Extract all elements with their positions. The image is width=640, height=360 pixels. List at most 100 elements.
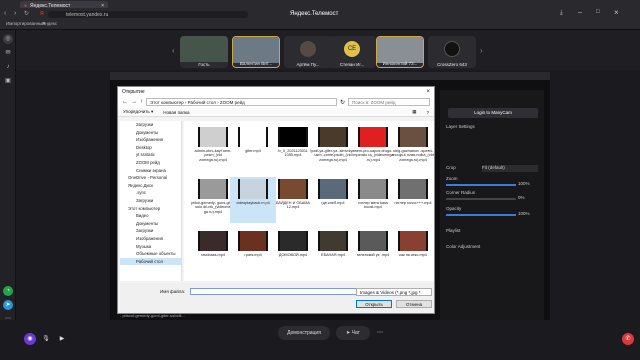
zoom-slider[interactable] bbox=[446, 184, 516, 186]
opacity-slider[interactable] bbox=[446, 214, 516, 216]
strip-next-icon[interactable]: › bbox=[480, 46, 483, 55]
open-button[interactable]: Открыть bbox=[356, 300, 392, 308]
participant-name: Степан Иг... bbox=[339, 62, 365, 67]
organize-button[interactable]: Упорядочить ▾ bbox=[123, 109, 153, 115]
end-call-icon[interactable]: ✆ bbox=[622, 333, 634, 345]
telegram-icon[interactable]: ➤ bbox=[3, 300, 13, 310]
sidebar-item[interactable]: yt ssstatic bbox=[120, 151, 181, 159]
video-thumbnail bbox=[198, 231, 228, 251]
view-icon[interactable]: ▦ bbox=[412, 109, 416, 115]
file-type-filter[interactable]: Images & Videos (*.png *.jpg *. bbox=[356, 288, 432, 296]
new-folder-button[interactable]: Новая папка bbox=[163, 110, 189, 115]
dialog-search-input[interactable]: Поиск в: ZOOM рейд bbox=[348, 98, 430, 106]
help-icon[interactable]: ? bbox=[426, 110, 429, 115]
alice-icon[interactable]: ◎ bbox=[3, 34, 13, 44]
nav-up-icon[interactable]: ↑ bbox=[140, 99, 143, 105]
bookmark-imported[interactable]: Импортированные bbox=[6, 21, 45, 26]
download-icon[interactable]: ⤓ bbox=[560, 10, 563, 17]
sidebar-item[interactable]: Desktop bbox=[120, 144, 181, 152]
crop-select[interactable]: Fit (default) bbox=[482, 165, 538, 172]
sidebar-item[interactable]: Изображения bbox=[120, 235, 181, 243]
video-thumbnail bbox=[358, 179, 388, 199]
file-name: гитлер голос+++.mp4 bbox=[394, 201, 432, 205]
login-manycam-button[interactable]: Login to ManyCam bbox=[448, 108, 538, 118]
sidebar-item[interactable]: OneDrive - Personal bbox=[120, 174, 181, 182]
participant-video bbox=[377, 37, 423, 63]
music-icon[interactable]: ♪ bbox=[3, 62, 13, 72]
breadcrumb[interactable]: Этот компьютер › Рабочий стол › ZOOM рей… bbox=[146, 98, 337, 106]
dialog-title-bar: Открытие × bbox=[118, 87, 434, 96]
chat-label: Чат bbox=[351, 330, 360, 336]
browser-address-bar: ‹ › ↻ Я telemost.yandex.ru Яндекс.Телемо… bbox=[0, 8, 640, 30]
whatsapp-icon[interactable]: ◔ bbox=[3, 286, 13, 296]
sidebar-item[interactable]: Загрузки bbox=[120, 121, 181, 129]
microphone-icon[interactable]: 🎙 bbox=[40, 333, 52, 345]
file-item[interactable]: гитлер голос+++.mp4 bbox=[390, 177, 436, 223]
video-thumbnail bbox=[238, 127, 268, 147]
participant-tile[interactable]: Гость bbox=[180, 36, 228, 68]
participant-tile[interactable]: Иннокентий 73... bbox=[376, 36, 424, 68]
playlist-section[interactable]: Playlist bbox=[446, 228, 460, 233]
sidebar-item[interactable]: Загрузки bbox=[120, 227, 181, 235]
nav-forward-icon[interactable]: → bbox=[131, 99, 137, 105]
video-thumbnail bbox=[318, 179, 348, 199]
filename-label: Имя файла: bbox=[160, 289, 186, 294]
refresh-icon[interactable]: ↻ bbox=[340, 99, 345, 106]
messenger-icon[interactable]: ✉ bbox=[3, 48, 13, 58]
corner-radius-value: 0% bbox=[518, 195, 525, 200]
sidebar-item[interactable]: Документы bbox=[120, 129, 181, 137]
screen-share-button[interactable]: Демонстрация bbox=[278, 326, 330, 340]
browser-tab-bar: ● Яндекс.Телемост × bbox=[0, 0, 640, 11]
sidebar-item[interactable]: ZOOM рейд bbox=[120, 159, 181, 167]
dialog-sidebar: Загрузки Документы Изображения Desktop yt ss… bbox=[120, 121, 182, 281]
file-item[interactable]: как на кекс.mp4 bbox=[390, 229, 436, 275]
participant-name: Артём Пу... bbox=[296, 62, 320, 67]
sidebar-item[interactable]: Изображения bbox=[120, 136, 181, 144]
minimize-icon[interactable]: – bbox=[578, 9, 582, 16]
strip-prev-icon[interactable]: ‹ bbox=[172, 46, 175, 55]
browser-side-rail: ◎ ✉ ♪ ▣ ◔ ➤ ⋯ ◉ bbox=[0, 30, 16, 360]
participant-name: CrossZero 643 bbox=[437, 62, 467, 67]
dialog-close-icon[interactable]: × bbox=[426, 89, 430, 95]
participant-tile[interactable]: Валентин Вит... bbox=[232, 36, 280, 68]
bookmark-yandex[interactable]: Яндекс bbox=[42, 21, 57, 26]
maximize-icon[interactable]: □ bbox=[596, 9, 600, 15]
zoom-value: 100% bbox=[518, 181, 530, 186]
sidebar-item[interactable]: .sync bbox=[120, 189, 181, 197]
opacity-slider-fill bbox=[446, 214, 516, 216]
yandex-logo-icon: Я bbox=[40, 11, 44, 17]
forward-icon[interactable]: › bbox=[14, 10, 16, 17]
sidebar-item[interactable]: Объемные объекты bbox=[120, 250, 181, 258]
sidebar-item[interactable]: Яндекс.Диск bbox=[120, 182, 181, 190]
corner-radius-slider[interactable] bbox=[446, 198, 516, 200]
sidebar-item[interactable]: Музыка bbox=[120, 243, 181, 251]
sidebar-item[interactable]: Рабочий стол bbox=[120, 257, 181, 266]
close-window-icon[interactable]: × bbox=[614, 8, 619, 17]
participant-tile[interactable]: CrossZero 643 bbox=[428, 36, 476, 68]
zoom-slider-fill bbox=[446, 184, 516, 186]
participant-tile[interactable]: СЕ Степан Иг... bbox=[328, 36, 376, 68]
camera-icon[interactable]: ▶ bbox=[56, 333, 68, 345]
video-thumbnail bbox=[198, 179, 228, 199]
filename-input[interactable] bbox=[190, 288, 364, 295]
nav-back-icon[interactable]: ← bbox=[122, 99, 128, 105]
url-text: telemost.yandex.ru bbox=[66, 12, 109, 18]
sidebar-item[interactable]: Документы bbox=[120, 220, 181, 228]
color-adjustment-section[interactable]: Color Adjustment bbox=[446, 244, 480, 249]
dialog-bottom: Имя файла: Images & Videos (*.png *.jpg … bbox=[120, 283, 434, 313]
sidebar-item[interactable]: Загрузки bbox=[120, 197, 181, 205]
cancel-button[interactable]: Отмена bbox=[396, 300, 432, 308]
sidebar-item[interactable]: Этот компьютер bbox=[120, 205, 181, 213]
chat-button[interactable]: ➤ Чат bbox=[336, 326, 370, 340]
sidebar-item[interactable]: Снимки экрана bbox=[120, 167, 181, 175]
file-name: oleg-gazmanov -speed-mouja-k ozaa-nolka_… bbox=[392, 149, 434, 162]
more-options-icon[interactable]: ⋯ bbox=[374, 327, 386, 339]
collections-icon[interactable]: ▣ bbox=[3, 76, 13, 86]
file-grid: admin-obrc-kayf uem-pesm_(vid zomega.ru)… bbox=[184, 121, 434, 281]
back-icon[interactable]: ‹ bbox=[4, 10, 6, 17]
reload-icon[interactable]: ↻ bbox=[24, 10, 29, 17]
participants-icon[interactable]: ◉ bbox=[24, 333, 36, 345]
participant-tile[interactable]: Артём Пу... bbox=[284, 36, 332, 68]
file-item[interactable]: oleg-gazmanov -speed-mouja-k ozaa-nolka_… bbox=[390, 125, 436, 171]
sidebar-item[interactable]: Видео bbox=[120, 212, 181, 220]
